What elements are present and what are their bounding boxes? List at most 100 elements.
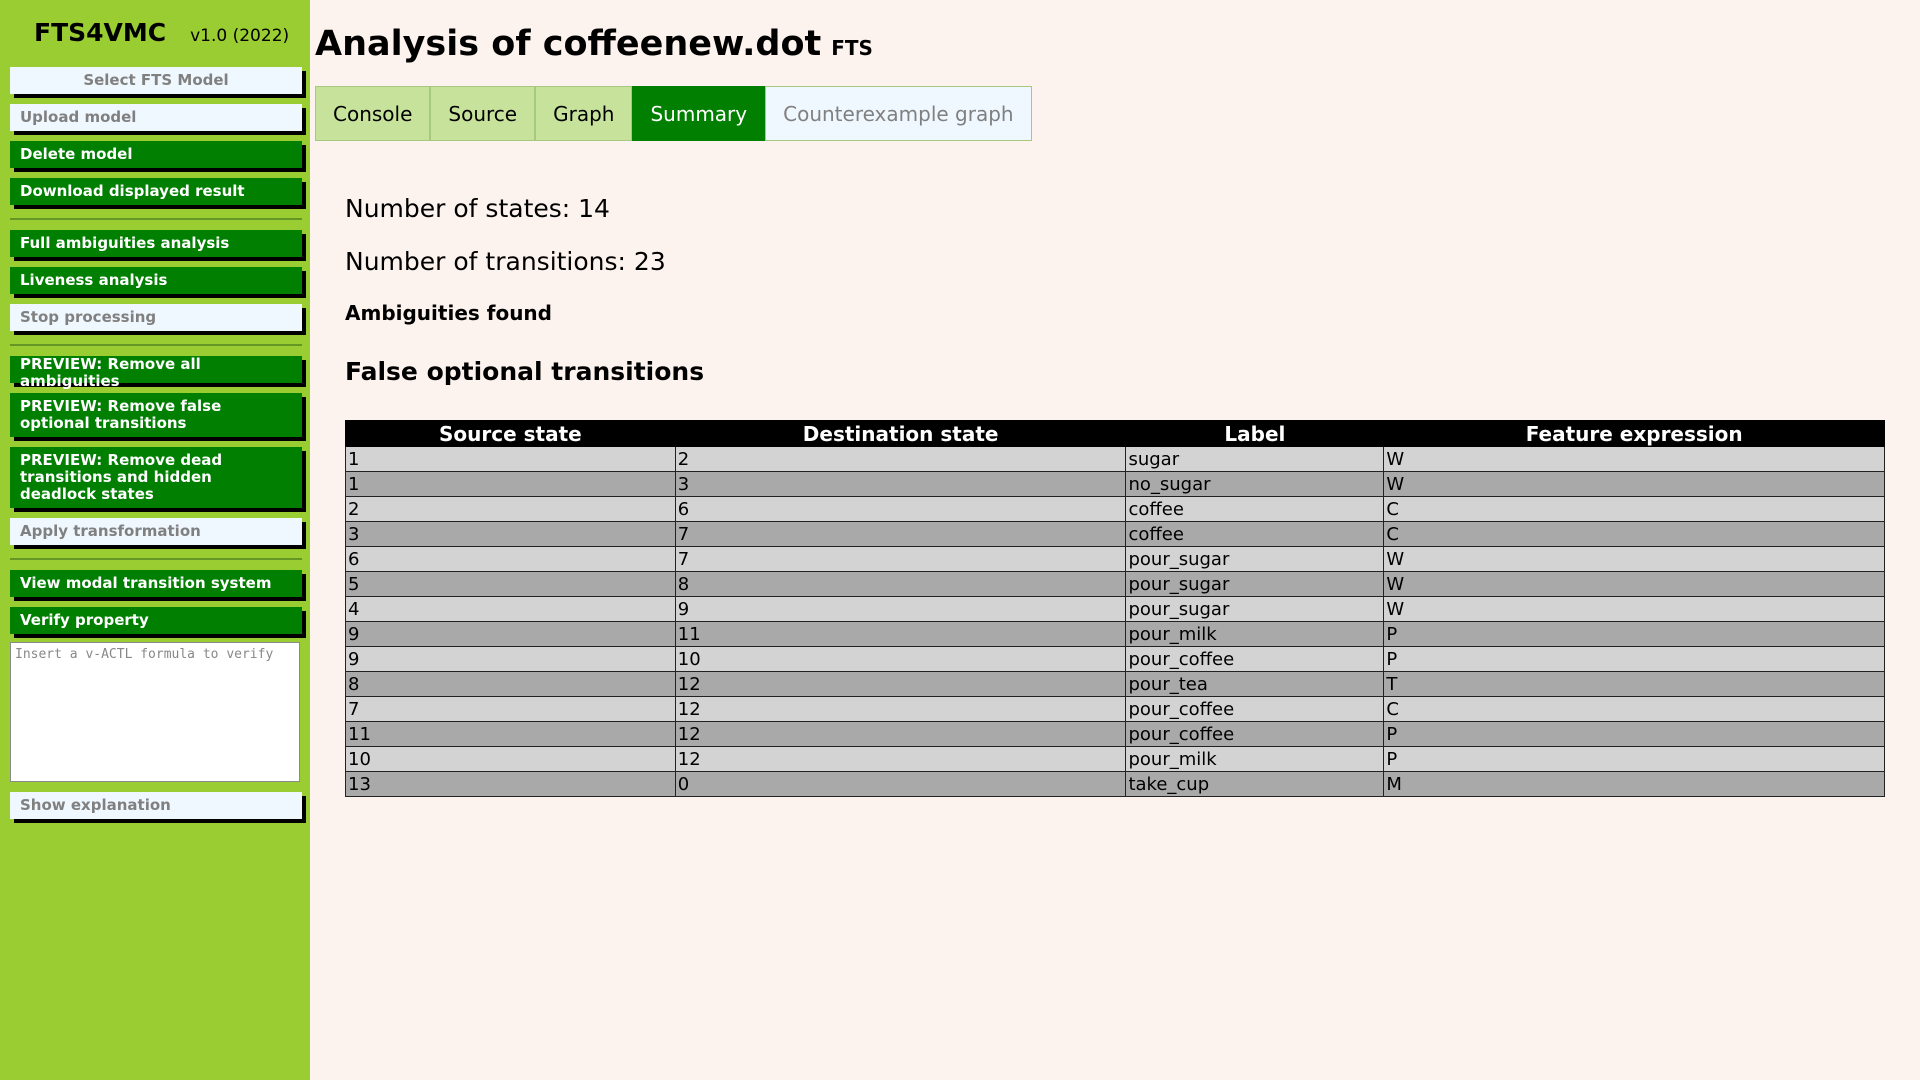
column-header-destination: Destination state — [674, 420, 1127, 447]
destination-state-cell: 10 — [674, 646, 1127, 672]
table-row: 2 6 coffee C — [345, 496, 1885, 522]
app-version: v1.0 (2022) — [190, 26, 290, 46]
model-type-badge: FTS — [831, 36, 873, 60]
summary-panel: Number of states: 14 Number of transitio… — [315, 141, 1920, 797]
destination-state-cell: 8 — [674, 571, 1127, 597]
feature-expression-cell: M — [1383, 771, 1885, 797]
feature-expression-cell: P — [1383, 746, 1885, 772]
table-row: 11 12 pour_coffee P — [345, 721, 1885, 747]
source-state-cell: 5 — [345, 571, 676, 597]
label-cell: pour_tea — [1125, 671, 1385, 697]
table-row: 1 3 no_sugar W — [345, 471, 1885, 497]
source-state-cell: 1 — [345, 446, 676, 472]
source-state-cell: 1 — [345, 471, 676, 497]
sidebar: FTS4VMC v1.0 (2022) Select FTS Model Upl… — [0, 0, 310, 1080]
sidebar-divider — [10, 344, 302, 346]
tab-graph[interactable]: Graph — [535, 86, 633, 141]
source-state-cell: 9 — [345, 621, 676, 647]
tab-bar: Console Source Graph Summary Counterexam… — [315, 86, 1920, 141]
apply-transformation-button[interactable]: Apply transformation — [10, 518, 302, 545]
table-row: 13 0 take_cup M — [345, 771, 1885, 797]
full-ambiguities-button[interactable]: Full ambiguities analysis — [10, 230, 302, 257]
feature-expression-cell: C — [1383, 696, 1885, 722]
column-header-source: Source state — [345, 420, 676, 447]
select-fts-model-button[interactable]: Select FTS Model — [10, 67, 302, 94]
table-header-row: Source state Destination state Label Fea… — [345, 420, 1885, 447]
feature-expression-cell: P — [1383, 646, 1885, 672]
destination-state-cell: 7 — [674, 546, 1127, 572]
ambiguities-heading: Ambiguities found — [345, 301, 552, 325]
source-state-cell: 10 — [345, 746, 676, 772]
verify-property-button[interactable]: Verify property — [10, 607, 302, 634]
feature-expression-cell: T — [1383, 671, 1885, 697]
states-count: Number of states: 14 — [345, 194, 610, 223]
source-state-cell: 6 — [345, 546, 676, 572]
destination-state-cell: 12 — [674, 746, 1127, 772]
table-row: 4 9 pour_sugar W — [345, 596, 1885, 622]
sidebar-divider — [10, 218, 302, 220]
stop-processing-button[interactable]: Stop processing — [10, 304, 302, 331]
destination-state-cell: 7 — [674, 521, 1127, 547]
label-cell: coffee — [1125, 496, 1385, 522]
feature-expression-cell: C — [1383, 521, 1885, 547]
table-row: 9 10 pour_coffee P — [345, 646, 1885, 672]
label-cell: pour_milk — [1125, 621, 1385, 647]
upload-model-button[interactable]: Upload model — [10, 104, 302, 131]
false-optional-heading: False optional transitions — [345, 357, 705, 386]
feature-expression-cell: W — [1383, 571, 1885, 597]
preview-remove-all-button[interactable]: PREVIEW: Remove all ambiguities — [10, 356, 302, 390]
table-row: 8 12 pour_tea T — [345, 671, 1885, 697]
brand: FTS4VMC v1.0 (2022) — [10, 18, 302, 60]
tab-console[interactable]: Console — [315, 86, 431, 141]
feature-expression-cell: W — [1383, 546, 1885, 572]
table-row: 3 7 coffee C — [345, 521, 1885, 547]
label-cell: sugar — [1125, 446, 1385, 472]
destination-state-cell: 12 — [674, 671, 1127, 697]
preview-remove-dead-button[interactable]: PREVIEW: Remove dead transitions and hid… — [10, 447, 302, 508]
source-state-cell: 8 — [345, 671, 676, 697]
destination-state-cell: 12 — [674, 696, 1127, 722]
table-row: 1 2 sugar W — [345, 446, 1885, 472]
source-state-cell: 2 — [345, 496, 676, 522]
formula-input[interactable] — [10, 642, 300, 782]
label-cell: pour_sugar — [1125, 546, 1385, 572]
app-name: FTS4VMC — [34, 18, 167, 47]
preview-remove-false-optional-button[interactable]: PREVIEW: Remove false optional transitio… — [10, 393, 302, 437]
transitions-table: Source state Destination state Label Fea… — [345, 420, 1885, 797]
sidebar-divider — [10, 558, 302, 560]
page-title: Analysis of coffeenew.dot FTS — [315, 24, 1920, 66]
main-content: Analysis of coffeenew.dot FTS Console So… — [310, 0, 1920, 1080]
table-row: 7 12 pour_coffee C — [345, 696, 1885, 722]
destination-state-cell: 9 — [674, 596, 1127, 622]
liveness-analysis-button[interactable]: Liveness analysis — [10, 267, 302, 294]
source-state-cell: 13 — [345, 771, 676, 797]
table-row: 9 11 pour_milk P — [345, 621, 1885, 647]
feature-expression-cell: C — [1383, 496, 1885, 522]
table-row: 5 8 pour_sugar W — [345, 571, 1885, 597]
destination-state-cell: 11 — [674, 621, 1127, 647]
tab-source[interactable]: Source — [430, 86, 536, 141]
label-cell: pour_sugar — [1125, 596, 1385, 622]
tab-counterexample-graph[interactable]: Counterexample graph — [765, 86, 1032, 141]
column-header-label: Label — [1125, 420, 1385, 447]
app-page: FTS4VMC v1.0 (2022) Select FTS Model Upl… — [0, 0, 1920, 1080]
download-result-button[interactable]: Download displayed result — [10, 178, 302, 205]
table-body: 1 2 sugar W 1 3 no_sugar W 2 6 coffee C 3 7 coffee C 6 7 p… — [345, 446, 1885, 797]
destination-state-cell: 12 — [674, 721, 1127, 747]
destination-state-cell: 6 — [674, 496, 1127, 522]
table-row: 6 7 pour_sugar W — [345, 546, 1885, 572]
tab-summary[interactable]: Summary — [632, 86, 766, 141]
feature-expression-cell: W — [1383, 446, 1885, 472]
delete-model-button[interactable]: Delete model — [10, 141, 302, 168]
view-mts-button[interactable]: View modal transition system — [10, 570, 302, 597]
label-cell: take_cup — [1125, 771, 1385, 797]
destination-state-cell: 0 — [674, 771, 1127, 797]
feature-expression-cell: P — [1383, 621, 1885, 647]
show-explanation-button[interactable]: Show explanation — [10, 792, 302, 819]
source-state-cell: 4 — [345, 596, 676, 622]
source-state-cell: 11 — [345, 721, 676, 747]
feature-expression-cell: W — [1383, 596, 1885, 622]
page-title-text: Analysis of coffeenew.dot — [315, 24, 822, 64]
label-cell: pour_coffee — [1125, 721, 1385, 747]
column-header-feature: Feature expression — [1383, 420, 1885, 447]
